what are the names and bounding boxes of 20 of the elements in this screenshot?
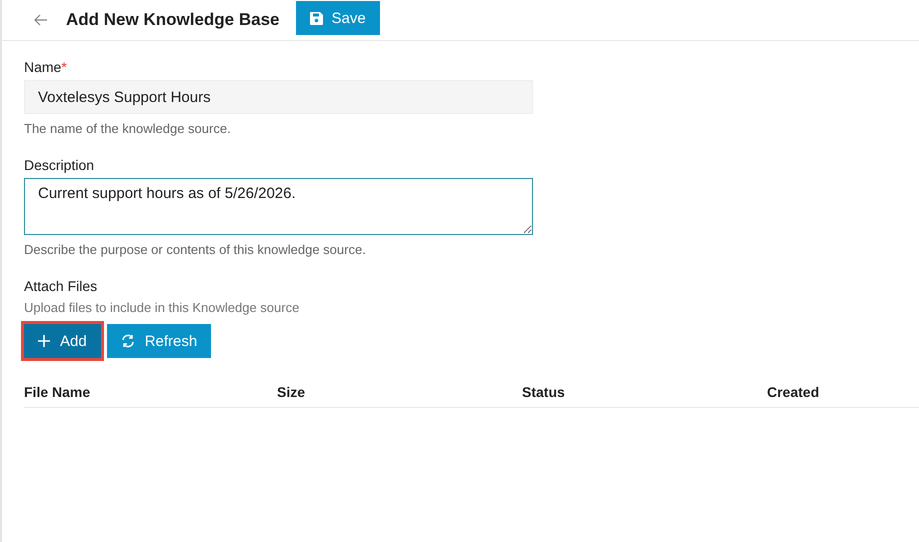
add-button[interactable]: Add — [24, 324, 101, 358]
column-header: Status — [522, 384, 566, 400]
section-label: Attach Files — [24, 278, 98, 294]
help-text: The name of the knowledge source. — [24, 121, 232, 136]
required-asterisk: * — [61, 59, 67, 75]
plus-icon — [38, 335, 50, 347]
save-button[interactable]: Save — [296, 1, 380, 35]
refresh-button[interactable]: Refresh — [106, 324, 212, 358]
column-header: Created — [767, 384, 820, 400]
column-header: File Name — [24, 384, 92, 400]
description-field[interactable]: Current support hours as of 5/26/2026. — [24, 178, 533, 235]
page-title: Add New Knowledge Base — [66, 10, 280, 30]
help-text: Describe the purpose or contents of this knowledge source. — [24, 242, 367, 257]
help-text: Upload files to include in this Knowledge source — [24, 300, 300, 315]
refresh-icon — [120, 334, 135, 348]
back-arrow-icon[interactable] — [34, 14, 48, 26]
column-header: Size — [277, 384, 306, 400]
name-field[interactable]: Voxtelesys Support Hours — [24, 80, 533, 114]
field-label: Name — [24, 59, 62, 75]
field-label: Description — [24, 157, 94, 173]
